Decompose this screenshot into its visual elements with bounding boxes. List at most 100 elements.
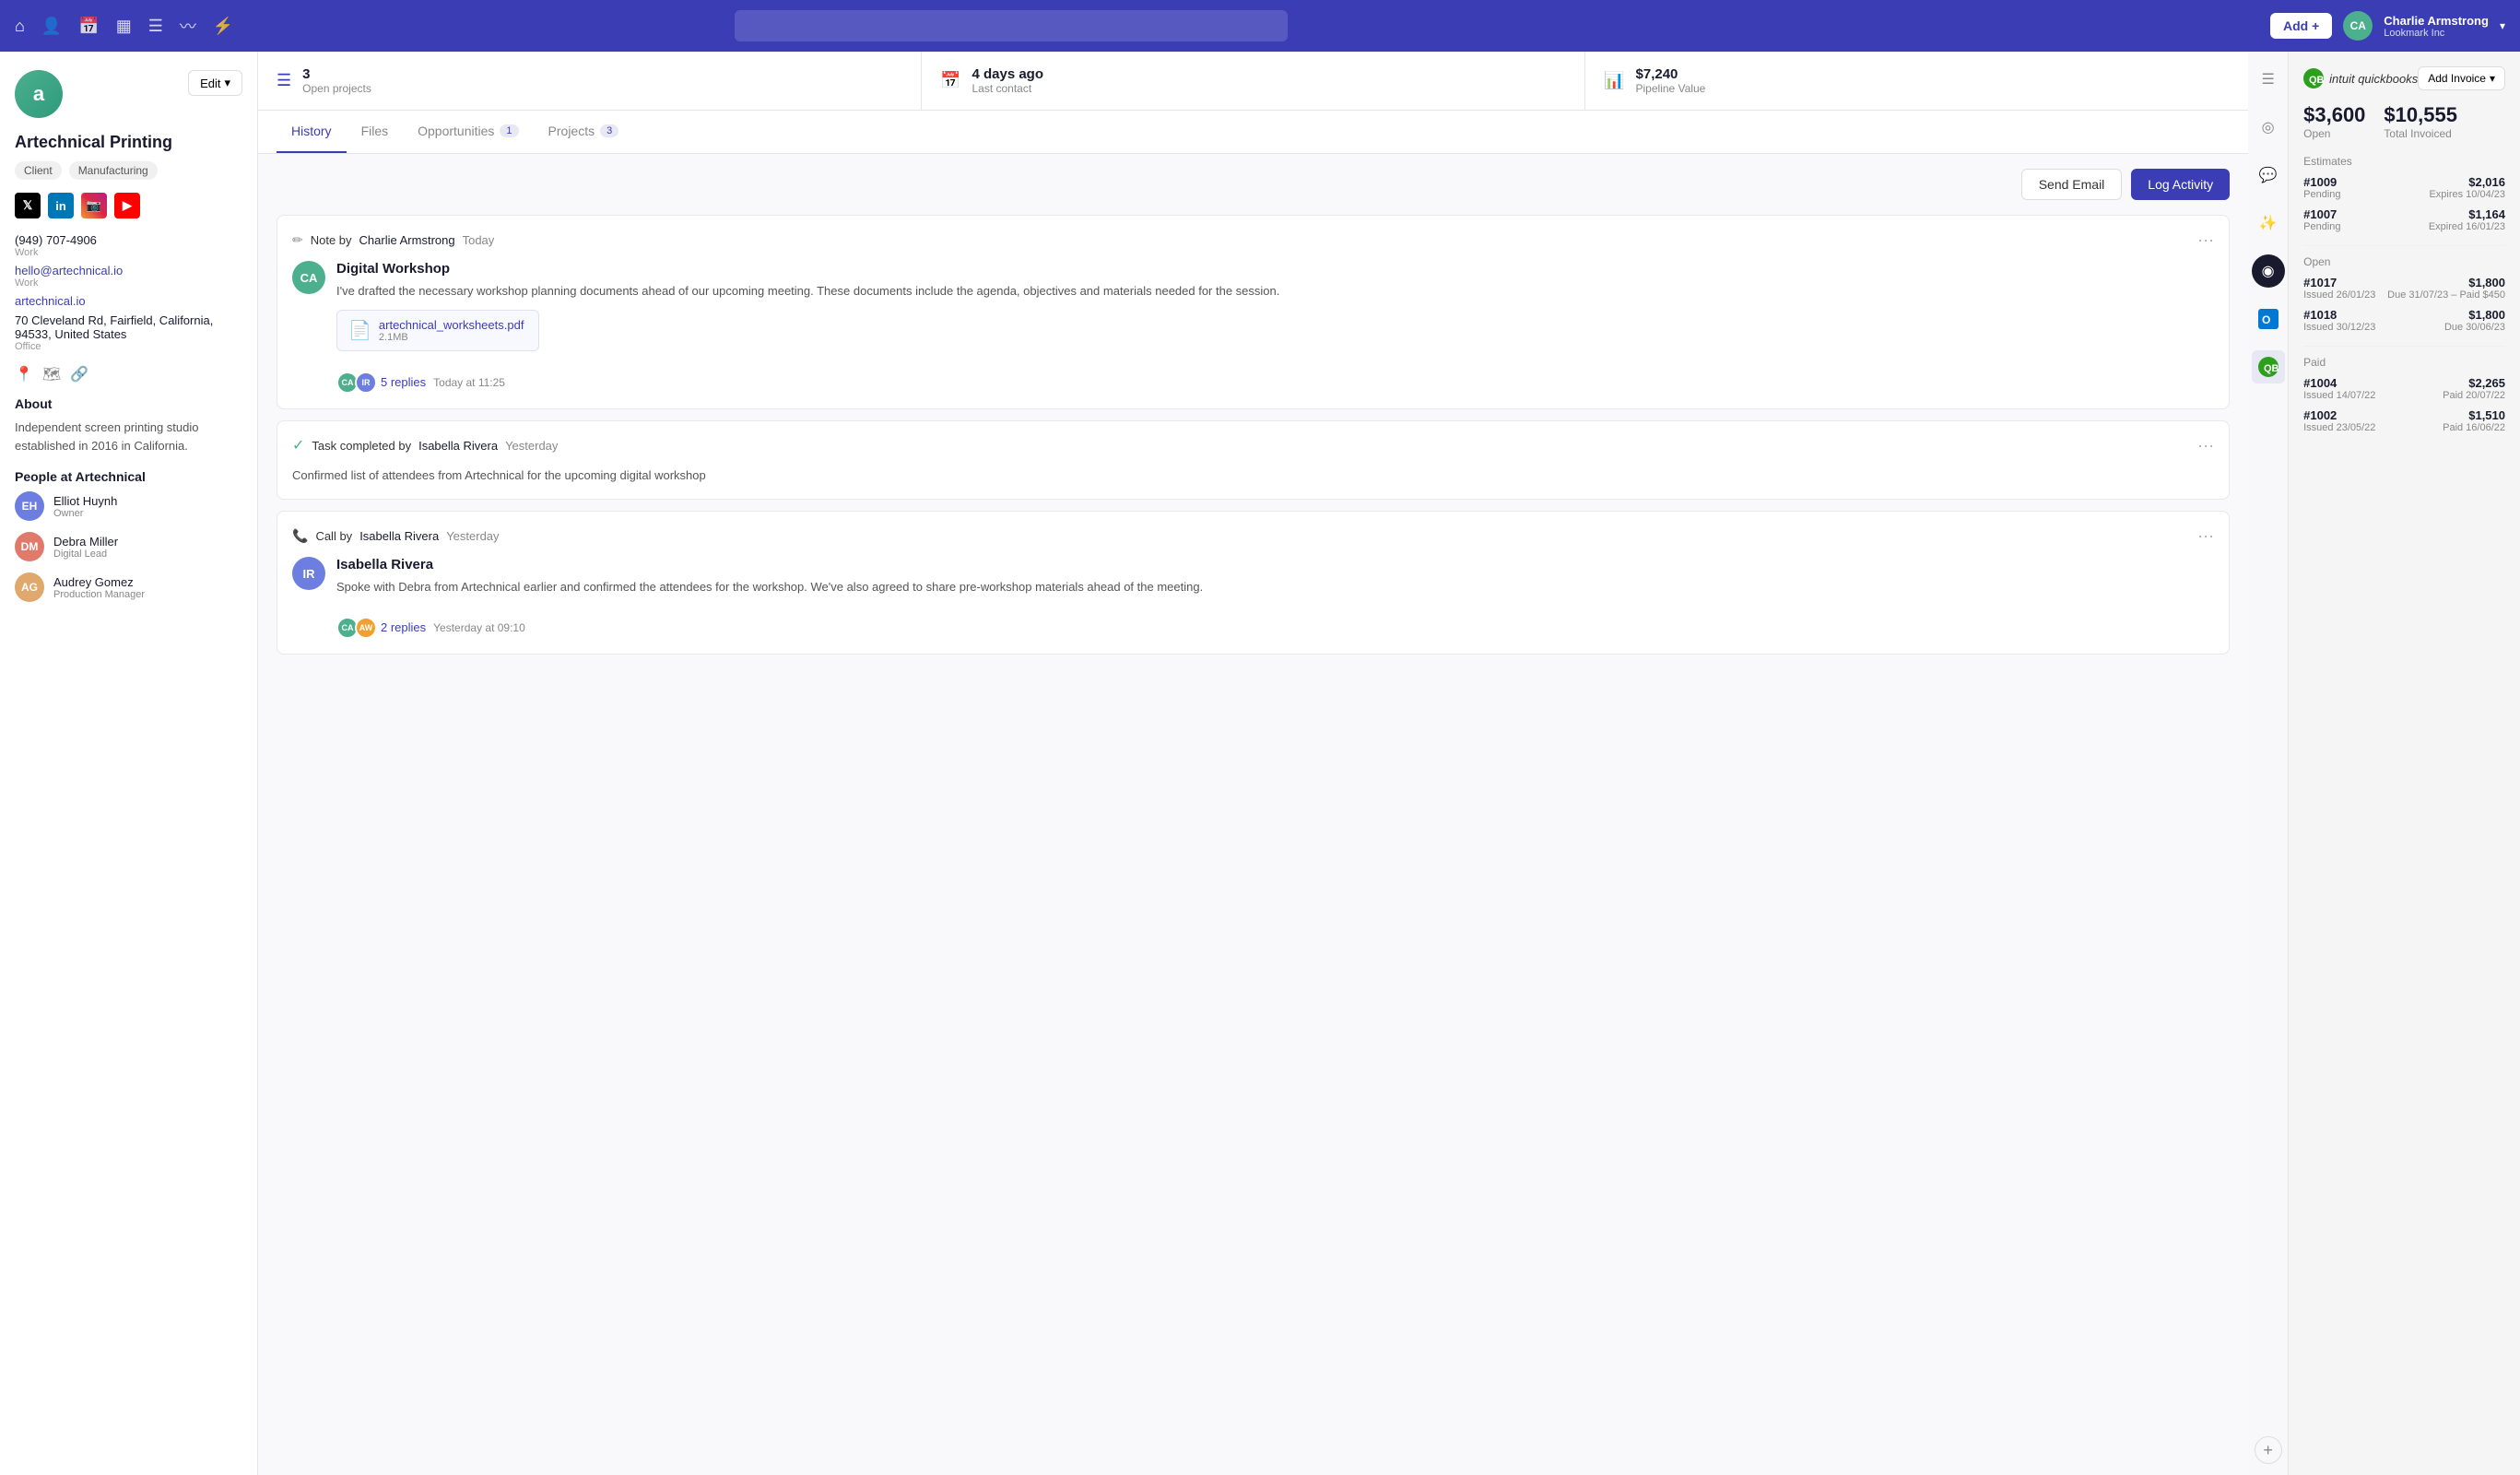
list-icon[interactable]: ☰ <box>148 17 163 36</box>
person-debra[interactable]: DM Debra Miller Digital Lead <box>15 532 242 561</box>
activity-task-author: Isabella Rivera <box>418 439 498 453</box>
send-email-button[interactable]: Send Email <box>2021 169 2123 200</box>
bolt-icon[interactable]: ⚡ <box>213 17 233 36</box>
invoice-1017[interactable]: #1017 Issued 26/01/23 $1,800 Due 31/07/2… <box>2303 276 2505 301</box>
replies-count-call[interactable]: 2 replies <box>381 620 426 634</box>
phone-label: Work <box>15 247 242 258</box>
activity-note-content: Digital Workshop I've drafted the necess… <box>336 261 2214 394</box>
invoice-1009-left: #1009 Pending <box>2303 175 2340 200</box>
invoice-1007-status: Pending <box>2303 221 2340 232</box>
sidebar-icon-menu[interactable]: ☰ <box>2252 63 2285 96</box>
invoice-1002-right: $1,510 Paid 16/06/22 <box>2443 408 2505 433</box>
activity-task-header: ✓ Task completed by Isabella Rivera Yest… <box>292 436 2214 455</box>
search-bar[interactable] <box>735 10 1288 41</box>
sidebar-icon-outlook[interactable]: O <box>2252 302 2285 336</box>
reply-avatar-ir: IR <box>355 372 377 394</box>
user-menu-chevron[interactable]: ▾ <box>2500 19 2505 32</box>
map-icon[interactable]: 🗺 <box>42 365 61 384</box>
activity-note-header-left: ✏ Note by Charlie Armstrong Today <box>292 232 494 248</box>
invoice-1004-amount: $2,265 <box>2443 376 2505 390</box>
instagram-icon[interactable]: 📷 <box>81 193 107 218</box>
sidebar-icon-rss[interactable]: ◉ <box>2252 254 2285 288</box>
twitter-icon[interactable]: 𝕏 <box>15 193 41 218</box>
tab-history[interactable]: History <box>277 111 347 153</box>
contact-info: (949) 707-4906 Work hello@artechnical.io… <box>15 233 242 352</box>
chart-icon[interactable]: ▦ <box>116 17 132 36</box>
sidebar-icon-sparkle[interactable]: ✨ <box>2252 206 2285 240</box>
invoice-1018[interactable]: #1018 Issued 30/12/23 $1,800 Due 30/06/2… <box>2303 308 2505 333</box>
attachment-info: artechnical_worksheets.pdf 2.1MB <box>379 318 524 343</box>
youtube-icon[interactable]: ▶ <box>114 193 140 218</box>
invoice-1007-date: Expired 16/01/23 <box>2429 221 2505 232</box>
calendar-icon[interactable]: 📅 <box>78 17 99 36</box>
invoice-1002-date: Paid 16/06/22 <box>2443 422 2505 433</box>
invoice-1017-status: Issued 26/01/23 <box>2303 289 2375 301</box>
activity-note-type: Note by <box>311 233 352 247</box>
sidebar-icon-chat[interactable]: 💬 <box>2252 159 2285 192</box>
invoice-1009-amount: $2,016 <box>2429 175 2505 189</box>
activity-task-desc: Confirmed list of attendees from Artechn… <box>292 466 2214 485</box>
tag-client[interactable]: Client <box>15 161 62 180</box>
invoice-1018-right: $1,800 Due 30/06/23 <box>2444 308 2505 333</box>
person-elliot[interactable]: EH Elliot Huynh Owner <box>15 491 242 521</box>
reply-avatar-aw: AW <box>355 617 377 639</box>
user-icon[interactable]: 👤 <box>41 17 62 36</box>
invoice-1009-date: Expires 10/04/23 <box>2429 189 2505 200</box>
linkedin-icon[interactable]: in <box>48 193 74 218</box>
invoice-1002-left: #1002 Issued 23/05/22 <box>2303 408 2375 433</box>
user-avatar: CA <box>2343 11 2373 41</box>
activity-call-type: Call by <box>315 529 352 543</box>
tab-opportunities[interactable]: Opportunities 1 <box>403 111 533 153</box>
invoice-1017-date: Due 31/07/23 – Paid $450 <box>2387 289 2505 301</box>
wave-icon[interactable]: 〰 <box>180 14 196 38</box>
invoice-1004[interactable]: #1004 Issued 14/07/22 $2,265 Paid 20/07/… <box>2303 376 2505 401</box>
quickbooks-svg-icon: QB <box>2258 357 2279 377</box>
invoice-1004-id: #1004 <box>2303 376 2375 390</box>
home-icon[interactable]: ⌂ <box>15 17 25 36</box>
invoice-1002-status: Issued 23/05/22 <box>2303 422 2375 433</box>
activity-attachment[interactable]: 📄 artechnical_worksheets.pdf 2.1MB <box>336 310 539 351</box>
invoice-1018-date: Due 30/06/23 <box>2444 322 2505 333</box>
activity-note-more[interactable]: ··· <box>2197 230 2214 250</box>
invoice-1007[interactable]: #1007 Pending $1,164 Expired 16/01/23 <box>2303 207 2505 232</box>
stat-projects-label: Open projects <box>302 82 371 95</box>
activity-note-author: Charlie Armstrong <box>359 233 455 247</box>
stat-contact-icon: 📅 <box>940 71 960 90</box>
invoice-1017-right: $1,800 Due 31/07/23 – Paid $450 <box>2387 276 2505 301</box>
tag-manufacturing[interactable]: Manufacturing <box>69 161 158 180</box>
add-integration-button[interactable]: + <box>2255 1436 2282 1464</box>
location-icon[interactable]: 📍 <box>15 365 33 384</box>
qb-open-value: $3,600 <box>2303 103 2365 127</box>
call-icon: 📞 <box>292 528 308 544</box>
invoice-1017-left: #1017 Issued 26/01/23 <box>2303 276 2375 301</box>
log-activity-button[interactable]: Log Activity <box>2131 169 2230 200</box>
add-invoice-button[interactable]: Add Invoice ▾ <box>2418 66 2505 90</box>
activity-call-avatar: IR <box>292 557 325 590</box>
sidebar-icon-check[interactable]: ◎ <box>2252 111 2285 144</box>
stat-projects-info: 3 Open projects <box>302 66 371 95</box>
invoice-1002-amount: $1,510 <box>2443 408 2505 422</box>
svg-text:O: O <box>2262 313 2270 326</box>
activity-task-more[interactable]: ··· <box>2197 436 2214 455</box>
person-audrey[interactable]: AG Audrey Gomez Production Manager <box>15 572 242 602</box>
edit-button[interactable]: Edit ▾ <box>188 70 242 96</box>
replies-count-note[interactable]: 5 replies <box>381 375 426 389</box>
tab-projects[interactable]: Projects 3 <box>534 111 634 153</box>
email-link[interactable]: hello@artechnical.io <box>15 264 123 277</box>
stat-contact-label: Last contact <box>971 82 1043 95</box>
estimates-title: Estimates <box>2303 155 2505 168</box>
global-add-button[interactable]: Add + <box>2270 13 2332 39</box>
activity-call-more[interactable]: ··· <box>2197 526 2214 546</box>
sidebar-icon-quickbooks[interactable]: QB <box>2252 350 2285 384</box>
activity-call-header-left: 📞 Call by Isabella Rivera Yesterday <box>292 528 500 544</box>
stat-contact-value: 4 days ago <box>971 66 1043 82</box>
invoice-1009[interactable]: #1009 Pending $2,016 Expires 10/04/23 <box>2303 175 2505 200</box>
invoice-1007-right: $1,164 Expired 16/01/23 <box>2429 207 2505 232</box>
people-section: People at Artechnical EH Elliot Huynh Ow… <box>15 469 242 602</box>
website-link[interactable]: artechnical.io <box>15 294 86 308</box>
invoice-1002[interactable]: #1002 Issued 23/05/22 $1,510 Paid 16/06/… <box>2303 408 2505 433</box>
qb-total-label: Total Invoiced <box>2384 127 2457 140</box>
invoice-1007-id: #1007 <box>2303 207 2340 221</box>
tab-files[interactable]: Files <box>347 111 404 153</box>
link-icon[interactable]: 🔗 <box>70 365 88 384</box>
